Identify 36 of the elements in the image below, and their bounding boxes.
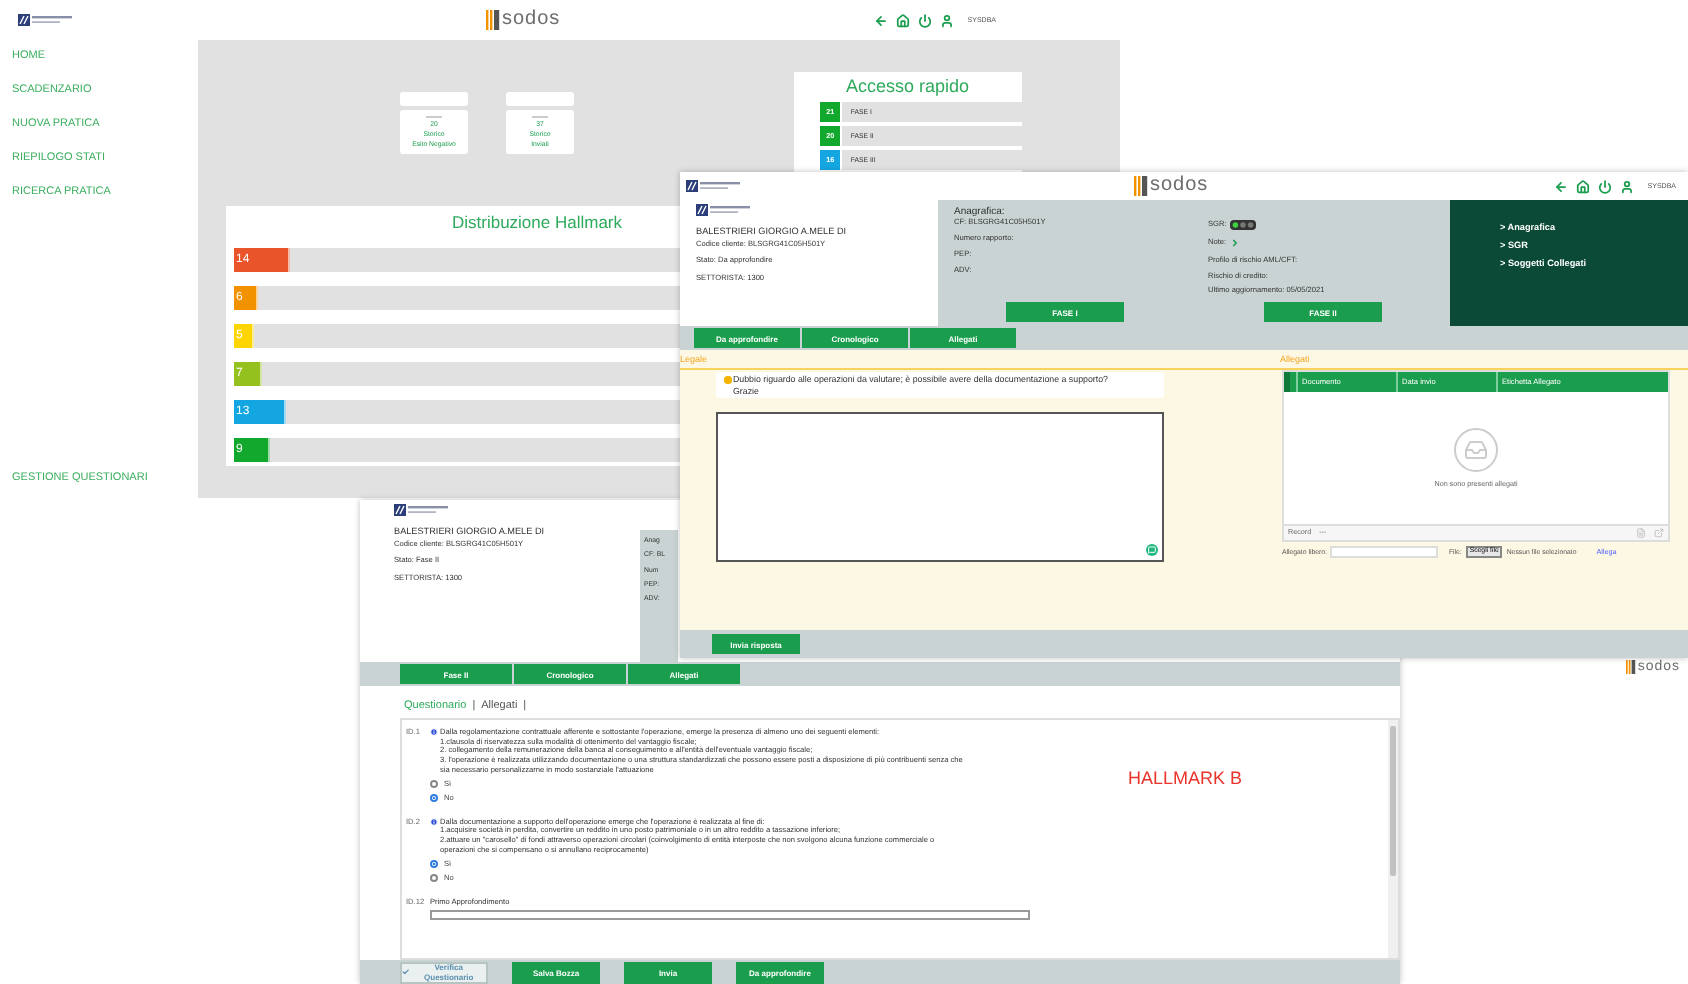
traffic-light-icon bbox=[1230, 219, 1257, 230]
radio-icon[interactable] bbox=[430, 794, 438, 803]
back-arrow-icon[interactable] bbox=[873, 13, 888, 27]
answer-field[interactable] bbox=[430, 910, 1030, 921]
back-arrow-icon[interactable] bbox=[1553, 179, 1568, 193]
brand-name: sodos bbox=[1150, 176, 1209, 196]
radio-icon[interactable] bbox=[430, 874, 438, 883]
company-logo-icon bbox=[18, 14, 74, 26]
brand-name: sodos bbox=[502, 10, 561, 30]
logo-bars-icon bbox=[1625, 659, 1636, 673]
hallmark-label: HALLMARK B bbox=[1128, 768, 1243, 791]
card-header bbox=[506, 92, 574, 106]
chevron-icon[interactable] bbox=[1230, 237, 1241, 248]
panel-title: Accesso rapido bbox=[846, 76, 970, 98]
check-icon bbox=[402, 968, 410, 976]
company-logo-icon bbox=[686, 180, 742, 192]
logo-bars-icon bbox=[1134, 176, 1148, 196]
reply-field[interactable] bbox=[716, 412, 1164, 562]
panel-title: Distribuzione Hallmark bbox=[451, 212, 623, 234]
company-logo-icon bbox=[696, 204, 752, 216]
free-attachment-field[interactable] bbox=[1330, 546, 1439, 558]
power-icon[interactable] bbox=[917, 13, 932, 27]
radio-icon[interactable] bbox=[430, 860, 438, 869]
home-icon[interactable] bbox=[895, 13, 910, 27]
user-icon[interactable] bbox=[939, 13, 954, 27]
logo-bars-icon bbox=[486, 10, 500, 30]
user-icon[interactable] bbox=[1619, 179, 1634, 193]
inbox-icon bbox=[1454, 427, 1498, 472]
status-dot-icon bbox=[724, 376, 731, 383]
info-icon[interactable] bbox=[430, 728, 438, 736]
radio-icon[interactable] bbox=[430, 780, 438, 789]
scrollbar[interactable] bbox=[1388, 720, 1398, 958]
home-icon[interactable] bbox=[1575, 179, 1590, 193]
info-icon[interactable] bbox=[430, 817, 438, 826]
power-icon[interactable] bbox=[1597, 179, 1612, 193]
card-header bbox=[400, 92, 468, 106]
